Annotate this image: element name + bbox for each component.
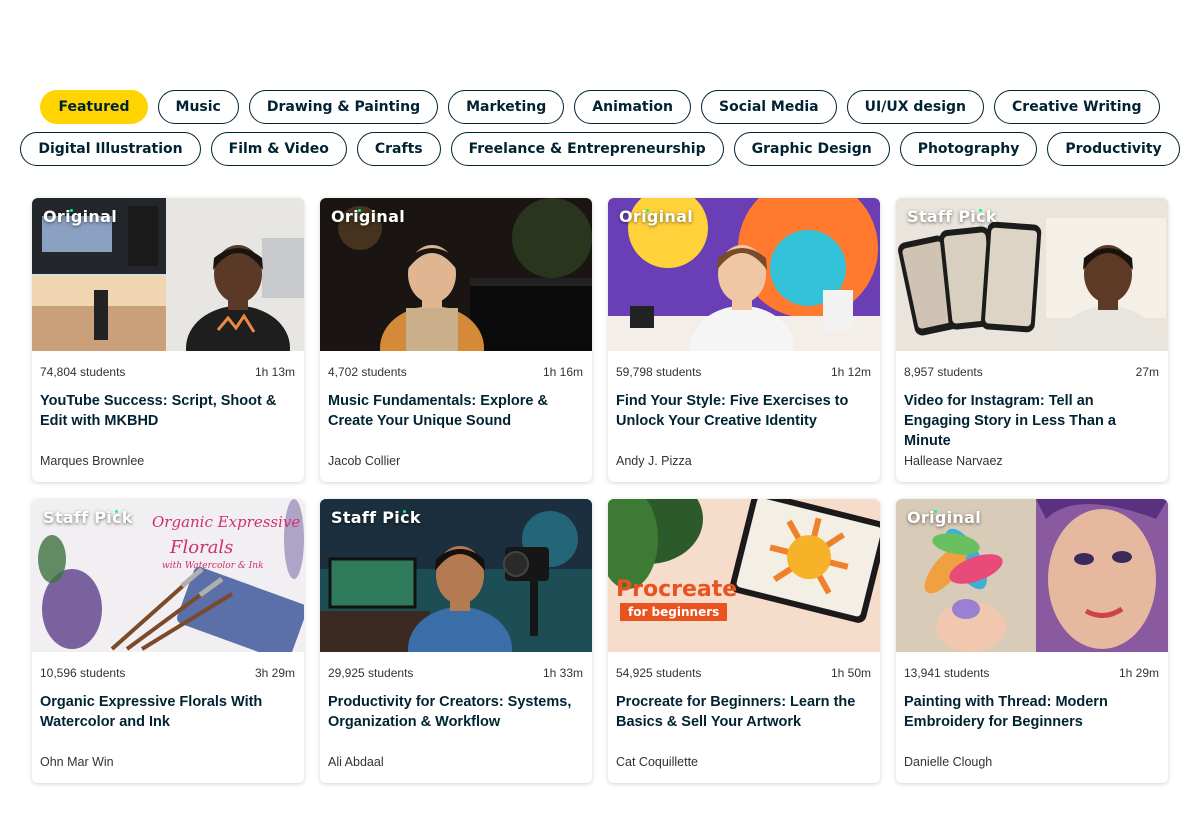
badge-dot-icon bbox=[70, 209, 73, 212]
course-duration: 1h 33m bbox=[542, 666, 583, 680]
course-thumbnail[interactable]: Staff Pick bbox=[896, 198, 1168, 351]
course-author[interactable]: Marques Brownlee bbox=[32, 454, 152, 468]
course-author[interactable]: Ali Abdaal bbox=[320, 755, 392, 769]
course-title[interactable]: Organic Expressive Florals With Watercol… bbox=[32, 684, 304, 750]
student-count: 8,957 students bbox=[904, 365, 983, 379]
course-duration: 1h 12m bbox=[830, 365, 871, 379]
course-duration: 1h 16m bbox=[542, 365, 583, 379]
course-card[interactable]: Organic Expressive Florals with Watercolor… bbox=[32, 499, 304, 783]
course-author[interactable]: Cat Coquillette bbox=[608, 755, 706, 769]
course-title[interactable]: Video for Instagram: Tell an Engaging St… bbox=[896, 383, 1168, 449]
thumbnail-title-line: Organic Expressive bbox=[152, 513, 301, 531]
badge-dot-icon bbox=[358, 209, 361, 212]
course-meta: 10,596 students 3h 29m bbox=[32, 652, 304, 684]
course-grid: Original 74,804 students 1h 13m YouTube Suc… bbox=[32, 198, 1168, 783]
thumbnail-title-line: Procreate bbox=[616, 577, 738, 602]
category-pill-photography[interactable]: Photography bbox=[899, 132, 1038, 166]
course-duration: 3h 29m bbox=[254, 666, 295, 680]
course-thumbnail[interactable]: Procreate for beginners bbox=[608, 499, 880, 652]
thumbnail-subtitle: for beginners bbox=[620, 603, 728, 621]
badge-dot-icon bbox=[934, 510, 937, 513]
category-row-2: Digital Illustration Film & Video Crafts Fr… bbox=[0, 132, 1200, 166]
category-pill-music[interactable]: Music bbox=[157, 90, 239, 124]
course-meta: 59,798 students 1h 12m bbox=[608, 351, 880, 383]
course-meta: 4,702 students 1h 16m bbox=[320, 351, 592, 383]
student-count: 29,925 students bbox=[328, 666, 414, 680]
course-meta: 13,941 students 1h 29m bbox=[896, 652, 1168, 684]
badge-dot-icon bbox=[979, 209, 982, 212]
category-pill-drawing-and-painting[interactable]: Drawing & Painting bbox=[248, 90, 439, 124]
course-thumbnail[interactable]: Original bbox=[320, 198, 592, 351]
category-pill-crafts[interactable]: Crafts bbox=[356, 132, 441, 166]
course-badge: Original bbox=[619, 207, 693, 226]
course-meta: 54,925 students 1h 50m bbox=[608, 652, 880, 684]
course-card[interactable]: Staff Pick 29,925 students 1h 33m Productiv… bbox=[320, 499, 592, 783]
course-title[interactable]: Procreate for Beginners: Learn the Basic… bbox=[608, 684, 880, 750]
course-card[interactable]: Original 4,702 students 1h 16m Music Fundam… bbox=[320, 198, 592, 482]
student-count: 74,804 students bbox=[40, 365, 126, 379]
category-pill-graphic-design[interactable]: Graphic Design bbox=[733, 132, 890, 166]
category-pill-featured[interactable]: Featured bbox=[40, 90, 148, 124]
badge-dot-icon bbox=[115, 510, 118, 513]
course-author[interactable]: Jacob Collier bbox=[320, 454, 408, 468]
student-count: 13,941 students bbox=[904, 666, 990, 680]
badge-dot-icon bbox=[403, 510, 406, 513]
course-card[interactable]: Original 74,804 students 1h 13m YouTube Suc… bbox=[32, 198, 304, 482]
course-thumbnail[interactable]: Original bbox=[32, 198, 304, 351]
course-author[interactable]: Ohn Mar Win bbox=[32, 755, 122, 769]
course-duration: 1h 29m bbox=[1118, 666, 1159, 680]
student-count: 59,798 students bbox=[616, 365, 702, 379]
category-pill-film-and-video[interactable]: Film & Video bbox=[210, 132, 347, 166]
course-badge: Staff Pick bbox=[43, 508, 133, 527]
category-pill-marketing[interactable]: Marketing bbox=[448, 90, 565, 124]
student-count: 54,925 students bbox=[616, 666, 702, 680]
student-count: 4,702 students bbox=[328, 365, 407, 379]
course-thumbnail[interactable]: Organic Expressive Florals with Watercolor… bbox=[32, 499, 304, 652]
category-pill-freelance-and-entrepreneurship[interactable]: Freelance & Entrepreneurship bbox=[450, 132, 724, 166]
category-pill-animation[interactable]: Animation bbox=[574, 90, 692, 124]
course-card[interactable]: Original 13,941 students 1h 29m Painting wi… bbox=[896, 499, 1168, 783]
course-duration: 1h 50m bbox=[830, 666, 871, 680]
thumbnail-image bbox=[608, 499, 880, 652]
thumbnail-subtitle: with Watercolor & Ink bbox=[162, 561, 264, 571]
course-title[interactable]: Productivity for Creators: Systems, Orga… bbox=[320, 684, 592, 750]
course-duration: 1h 13m bbox=[254, 365, 295, 379]
course-meta: 29,925 students 1h 33m bbox=[320, 652, 592, 684]
course-badge: Staff Pick bbox=[331, 508, 421, 527]
course-meta: 8,957 students 27m bbox=[896, 351, 1168, 383]
course-card[interactable]: Procreate for beginners 54,925 students 1h … bbox=[608, 499, 880, 783]
course-badge: Staff Pick bbox=[907, 207, 997, 226]
course-meta: 74,804 students 1h 13m bbox=[32, 351, 304, 383]
course-author[interactable]: Hallease Narvaez bbox=[896, 454, 1011, 468]
course-title[interactable]: YouTube Success: Script, Shoot & Edit wi… bbox=[32, 383, 304, 449]
course-thumbnail[interactable]: Staff Pick bbox=[320, 499, 592, 652]
category-pill-creative-writing[interactable]: Creative Writing bbox=[994, 90, 1160, 124]
course-badge: Original bbox=[43, 207, 117, 226]
badge-dot-icon bbox=[646, 209, 649, 212]
category-pill-ui-ux-design[interactable]: UI/UX design bbox=[846, 90, 985, 124]
course-card[interactable]: Original 59,798 students 1h 12m Find Your S… bbox=[608, 198, 880, 482]
category-pill-productivity[interactable]: Productivity bbox=[1047, 132, 1180, 166]
course-thumbnail[interactable]: Original bbox=[608, 198, 880, 351]
course-thumbnail[interactable]: Original bbox=[896, 499, 1168, 652]
course-badge: Original bbox=[331, 207, 405, 226]
course-card[interactable]: Staff Pick 8,957 students 27m Video for Ins… bbox=[896, 198, 1168, 482]
student-count: 10,596 students bbox=[40, 666, 126, 680]
category-pill-social-media[interactable]: Social Media bbox=[701, 90, 837, 124]
course-title[interactable]: Music Fundamentals: Explore & Create You… bbox=[320, 383, 592, 449]
category-row-1: Featured Music Drawing & Painting Marketing… bbox=[0, 90, 1200, 124]
thumbnail-title-line: Florals bbox=[170, 537, 234, 558]
course-author[interactable]: Andy J. Pizza bbox=[608, 454, 700, 468]
course-duration: 27m bbox=[1135, 365, 1159, 379]
course-author[interactable]: Danielle Clough bbox=[896, 755, 1000, 769]
course-title[interactable]: Find Your Style: Five Exercises to Unloc… bbox=[608, 383, 880, 449]
course-badge: Original bbox=[907, 508, 981, 527]
course-title[interactable]: Painting with Thread: Modern Embroidery … bbox=[896, 684, 1168, 750]
category-pill-digital-illustration[interactable]: Digital Illustration bbox=[20, 132, 201, 166]
